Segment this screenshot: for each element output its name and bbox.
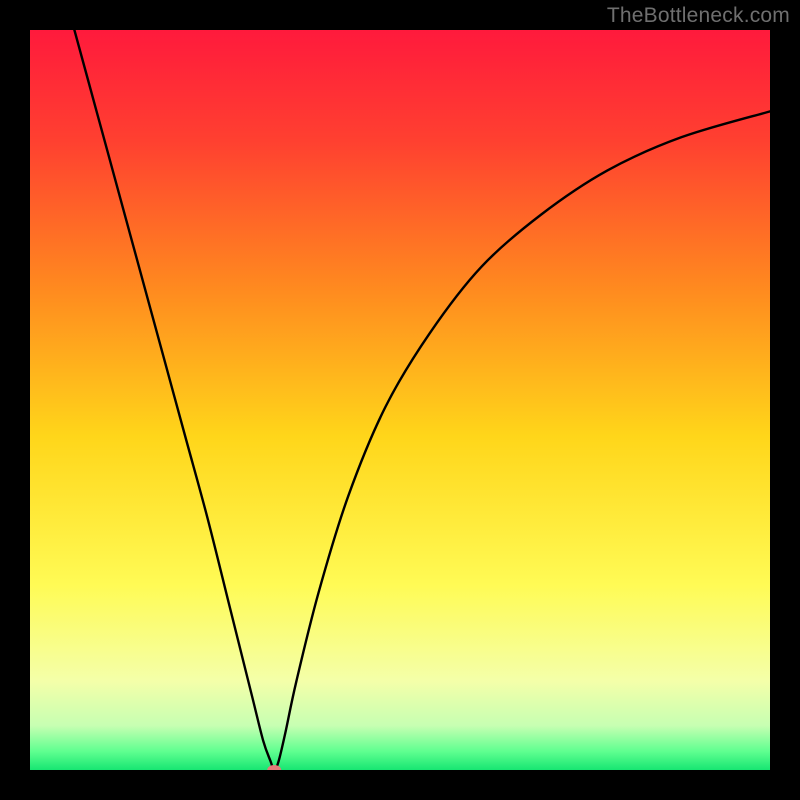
chart-background [30, 30, 770, 770]
plot-svg [30, 30, 770, 770]
watermark-text: TheBottleneck.com [607, 4, 790, 28]
plot-area [30, 30, 770, 770]
chart-frame: TheBottleneck.com [0, 0, 800, 800]
